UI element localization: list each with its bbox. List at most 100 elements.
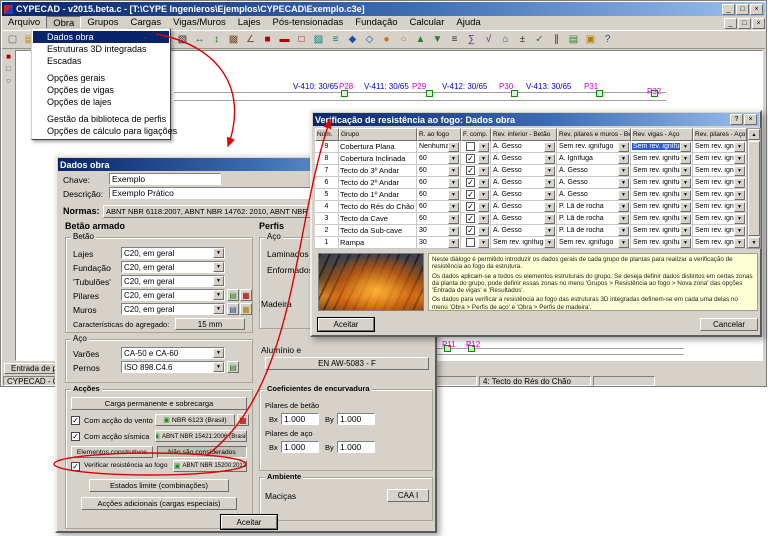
- menu-lajes[interactable]: Lajes: [232, 16, 267, 31]
- chevron-down-icon[interactable]: ▼: [618, 153, 629, 164]
- chevron-down-icon[interactable]: ▼: [544, 153, 555, 164]
- cell-rev_pil_muros[interactable]: Sem rev. ignífugo ▼: [557, 237, 631, 249]
- f-comp-checkbox[interactable]: ✓: [466, 190, 475, 199]
- point-tool-icon[interactable]: ●: [378, 32, 395, 48]
- by-aco-input[interactable]: 1.000: [337, 441, 375, 453]
- table-scrollbar[interactable]: ▲ ▼: [747, 128, 761, 249]
- column-header-num[interactable]: Núm.: [315, 128, 339, 141]
- menu-fundacao[interactable]: Fundação: [349, 16, 403, 31]
- help-icon[interactable]: ?: [730, 114, 743, 125]
- column-header-rev-vigas-aco[interactable]: Rev. vigas - Aço: [631, 128, 693, 141]
- menu-pos-tensionadas[interactable]: Pós-tensionadas: [266, 16, 349, 31]
- cell-f_comp[interactable]: ✓ ▼: [461, 213, 491, 225]
- pilares-options-icon[interactable]: ▦: [240, 289, 252, 301]
- muros-table-icon[interactable]: ▤: [227, 303, 239, 315]
- chevron-down-icon[interactable]: ▼: [213, 276, 224, 286]
- chevron-down-icon[interactable]: ▼: [213, 348, 224, 358]
- cell-r_fogo[interactable]: 60 ▼: [417, 201, 461, 213]
- cell-rev_vigas[interactable]: Sem rev. ignífugo▼: [631, 189, 693, 201]
- cell-rev_pilares[interactable]: Sem rev. ignífugo▼: [693, 237, 747, 249]
- cell-rev_inf[interactable]: Sem rev. ignífugo ▼: [491, 237, 557, 249]
- chevron-down-icon[interactable]: ▼: [680, 213, 691, 224]
- chevron-down-icon[interactable]: ▼: [478, 225, 489, 236]
- pilares-select[interactable]: C20, em geral ▼: [121, 289, 225, 301]
- zoom-extents-icon[interactable]: ▧: [174, 32, 191, 48]
- chevron-down-icon[interactable]: ▼: [544, 213, 555, 224]
- fogo-norma-button[interactable]: ▣ ABNT NBR 15200:2012: [173, 460, 247, 472]
- cell-rev_pil_muros[interactable]: A. Gesso ▼: [557, 189, 631, 201]
- column-tool-icon[interactable]: ■: [259, 32, 276, 48]
- select-tool-icon[interactable]: ■: [6, 52, 11, 61]
- f-comp-checkbox[interactable]: ✓: [466, 178, 475, 187]
- sismica-norma-button[interactable]: ▣ ABNT NBR 15421:2006 (Brasil): [155, 430, 247, 442]
- chevron-down-icon[interactable]: ▼: [478, 189, 489, 200]
- chevron-down-icon[interactable]: ▼: [478, 141, 489, 152]
- aceitar-button[interactable]: Aceitar: [221, 515, 277, 529]
- cell-r_fogo[interactable]: 60 ▼: [417, 165, 461, 177]
- cell-rev_pilares[interactable]: Sem rev. ignífugo▼: [693, 189, 747, 201]
- vento-norma-button[interactable]: ▣ NBR 6123 (Brasil): [155, 414, 235, 426]
- chevron-down-icon[interactable]: ▼: [734, 165, 745, 176]
- cell-f_comp[interactable]: ✓ ▼: [461, 177, 491, 189]
- cell-rev_vigas[interactable]: Sem rev. ignífugo▼: [631, 213, 693, 225]
- pan-icon[interactable]: ↔: [191, 32, 208, 48]
- library-icon[interactable]: ▣: [582, 32, 599, 48]
- cell-rev_inf[interactable]: A. Gesso ▼: [491, 225, 557, 237]
- vento-checkbox[interactable]: ✓: [71, 416, 80, 425]
- mesh-tool-icon[interactable]: ▲: [412, 32, 429, 48]
- chevron-down-icon[interactable]: ▼: [448, 225, 459, 236]
- reports-icon[interactable]: ▤: [565, 32, 582, 48]
- cell-rev_vigas[interactable]: Sem rev. ignífugo▼: [631, 177, 693, 189]
- cell-r_fogo[interactable]: 30 ▼: [417, 237, 461, 249]
- chevron-down-icon[interactable]: ▼: [544, 201, 555, 212]
- help-icon[interactable]: ?: [599, 32, 616, 48]
- menu-item-opcoes-de-calculo-para-ligacoes[interactable]: Opções de cálculo para ligações: [33, 125, 177, 137]
- fogo-titlebar[interactable]: Verificação de resistência ao fogo: Dado…: [313, 113, 759, 126]
- redraw-icon[interactable]: ↕: [208, 32, 225, 48]
- cell-f_comp[interactable]: ✓ ▼: [461, 225, 491, 237]
- dimensions-icon[interactable]: ±: [514, 32, 531, 48]
- move-tool-icon[interactable]: □: [6, 64, 11, 73]
- chevron-down-icon[interactable]: ▼: [734, 177, 745, 188]
- f-comp-checkbox[interactable]: ✓: [466, 214, 475, 223]
- cell-rev_pil_muros[interactable]: P. Lã de rocha ▼: [557, 201, 631, 213]
- chevron-down-icon[interactable]: ▼: [544, 141, 555, 152]
- chevron-down-icon[interactable]: ▼: [448, 213, 459, 224]
- cell-rev_pil_muros[interactable]: Sem rev. ignífugo ▼: [557, 141, 631, 153]
- chevron-down-icon[interactable]: ▼: [448, 177, 459, 188]
- menu-item-gestao-da-biblioteca-de-perfis[interactable]: Gestão da biblioteca de perfis: [33, 113, 169, 125]
- cell-rev_vigas[interactable]: Sem rev. ignífugo▼: [631, 141, 693, 153]
- results-icon[interactable]: √: [480, 32, 497, 48]
- chevron-down-icon[interactable]: ▼: [618, 177, 629, 188]
- column-header-rev-inferior-betao[interactable]: Rev. inferior - Betão: [491, 128, 557, 141]
- cell-f_comp[interactable]: ✓ ▼: [461, 189, 491, 201]
- chevron-down-icon[interactable]: ▼: [734, 153, 745, 164]
- chevron-down-icon[interactable]: ▼: [478, 177, 489, 188]
- cancelar-button[interactable]: Cancelar: [700, 318, 758, 331]
- elementos-valor-button[interactable]: Não são considerados: [157, 446, 247, 458]
- chevron-down-icon[interactable]: ▼: [213, 362, 224, 372]
- cell-r_fogo[interactable]: 30 ▼: [417, 225, 461, 237]
- child-close-icon[interactable]: ×: [752, 18, 765, 29]
- cell-f_comp[interactable]: ✓ ▼: [461, 165, 491, 177]
- chevron-down-icon[interactable]: ▼: [448, 165, 459, 176]
- cell-r_fogo[interactable]: 60 ▼: [417, 189, 461, 201]
- cell-r_fogo[interactable]: Nenhuma ▼: [417, 141, 461, 153]
- wall-tool-icon[interactable]: □: [293, 32, 310, 48]
- snap-icon[interactable]: ◇: [361, 32, 378, 48]
- column-header-f-comp[interactable]: F. comp.: [461, 128, 491, 141]
- cell-rev_pilares[interactable]: Sem rev. ignífugo▼: [693, 165, 747, 177]
- chevron-down-icon[interactable]: ▼: [478, 153, 489, 164]
- cell-rev_pil_muros[interactable]: A. Gesso ▼: [557, 165, 631, 177]
- chevron-down-icon[interactable]: ▼: [544, 165, 555, 176]
- chevron-down-icon[interactable]: ▼: [478, 201, 489, 212]
- aceitar-button[interactable]: Aceitar: [318, 318, 374, 331]
- cell-rev_pilares[interactable]: Sem rev. ignífugo▼: [693, 153, 747, 165]
- pernos-select[interactable]: ISO 898.C4.6 ▼: [121, 361, 225, 373]
- chevron-down-icon[interactable]: ▼: [544, 189, 555, 200]
- cell-rev_pilares[interactable]: Sem rev. ignífugo▼: [693, 201, 747, 213]
- chevron-down-icon[interactable]: ▼: [680, 201, 691, 212]
- cell-f_comp[interactable]: ▼: [461, 141, 491, 153]
- cell-f_comp[interactable]: ▼: [461, 237, 491, 249]
- cell-rev_vigas[interactable]: Sem rev. ignífugo▼: [631, 225, 693, 237]
